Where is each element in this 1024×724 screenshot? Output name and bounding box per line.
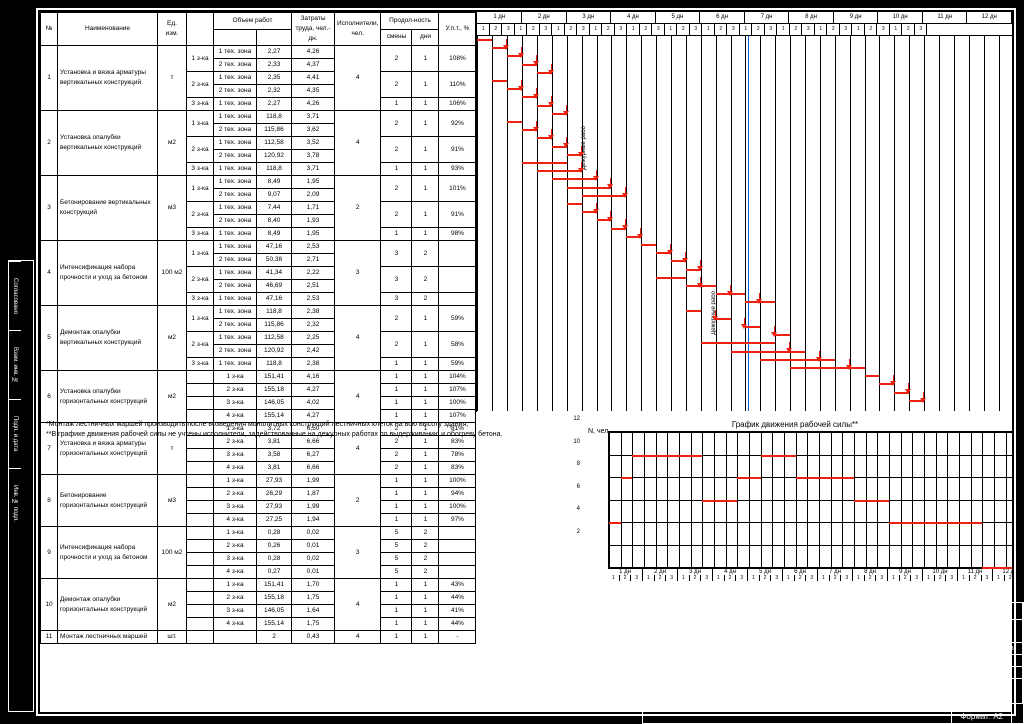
work-schedule-table: № Наименование Ед. изм. Объем работ Затр…: [40, 12, 476, 644]
col-dur: Продол-ность: [381, 13, 439, 30]
manpower-chart: График движения рабочей силы** N, чел. 1…: [588, 420, 1002, 585]
col-pct: У.п.т., %: [439, 13, 476, 46]
gantt-chart: 1 дн2 дн3 дн4 дн5 дн6 дн7 дн8 дн9 дн10 д…: [476, 12, 1012, 412]
footnotes: *Монтаж лестничных маршей производить по…: [46, 420, 502, 440]
title-block: Кафедра Технологии и Организации Строите…: [642, 602, 1024, 724]
col-name: Наименование: [58, 13, 158, 46]
col-vol: Объем работ: [214, 13, 292, 30]
side-stamp: СогласованоВзам. инв. №Подп. и датаИнв. …: [8, 260, 34, 712]
format-label: Формат: А2: [951, 709, 1012, 724]
col-unit: Ед. изм.: [158, 13, 187, 46]
col-isp: Исполнители, чел.: [335, 13, 381, 46]
col-labor: Затраты труда, чел.-дн.: [292, 13, 335, 46]
col-num: №: [41, 13, 58, 46]
